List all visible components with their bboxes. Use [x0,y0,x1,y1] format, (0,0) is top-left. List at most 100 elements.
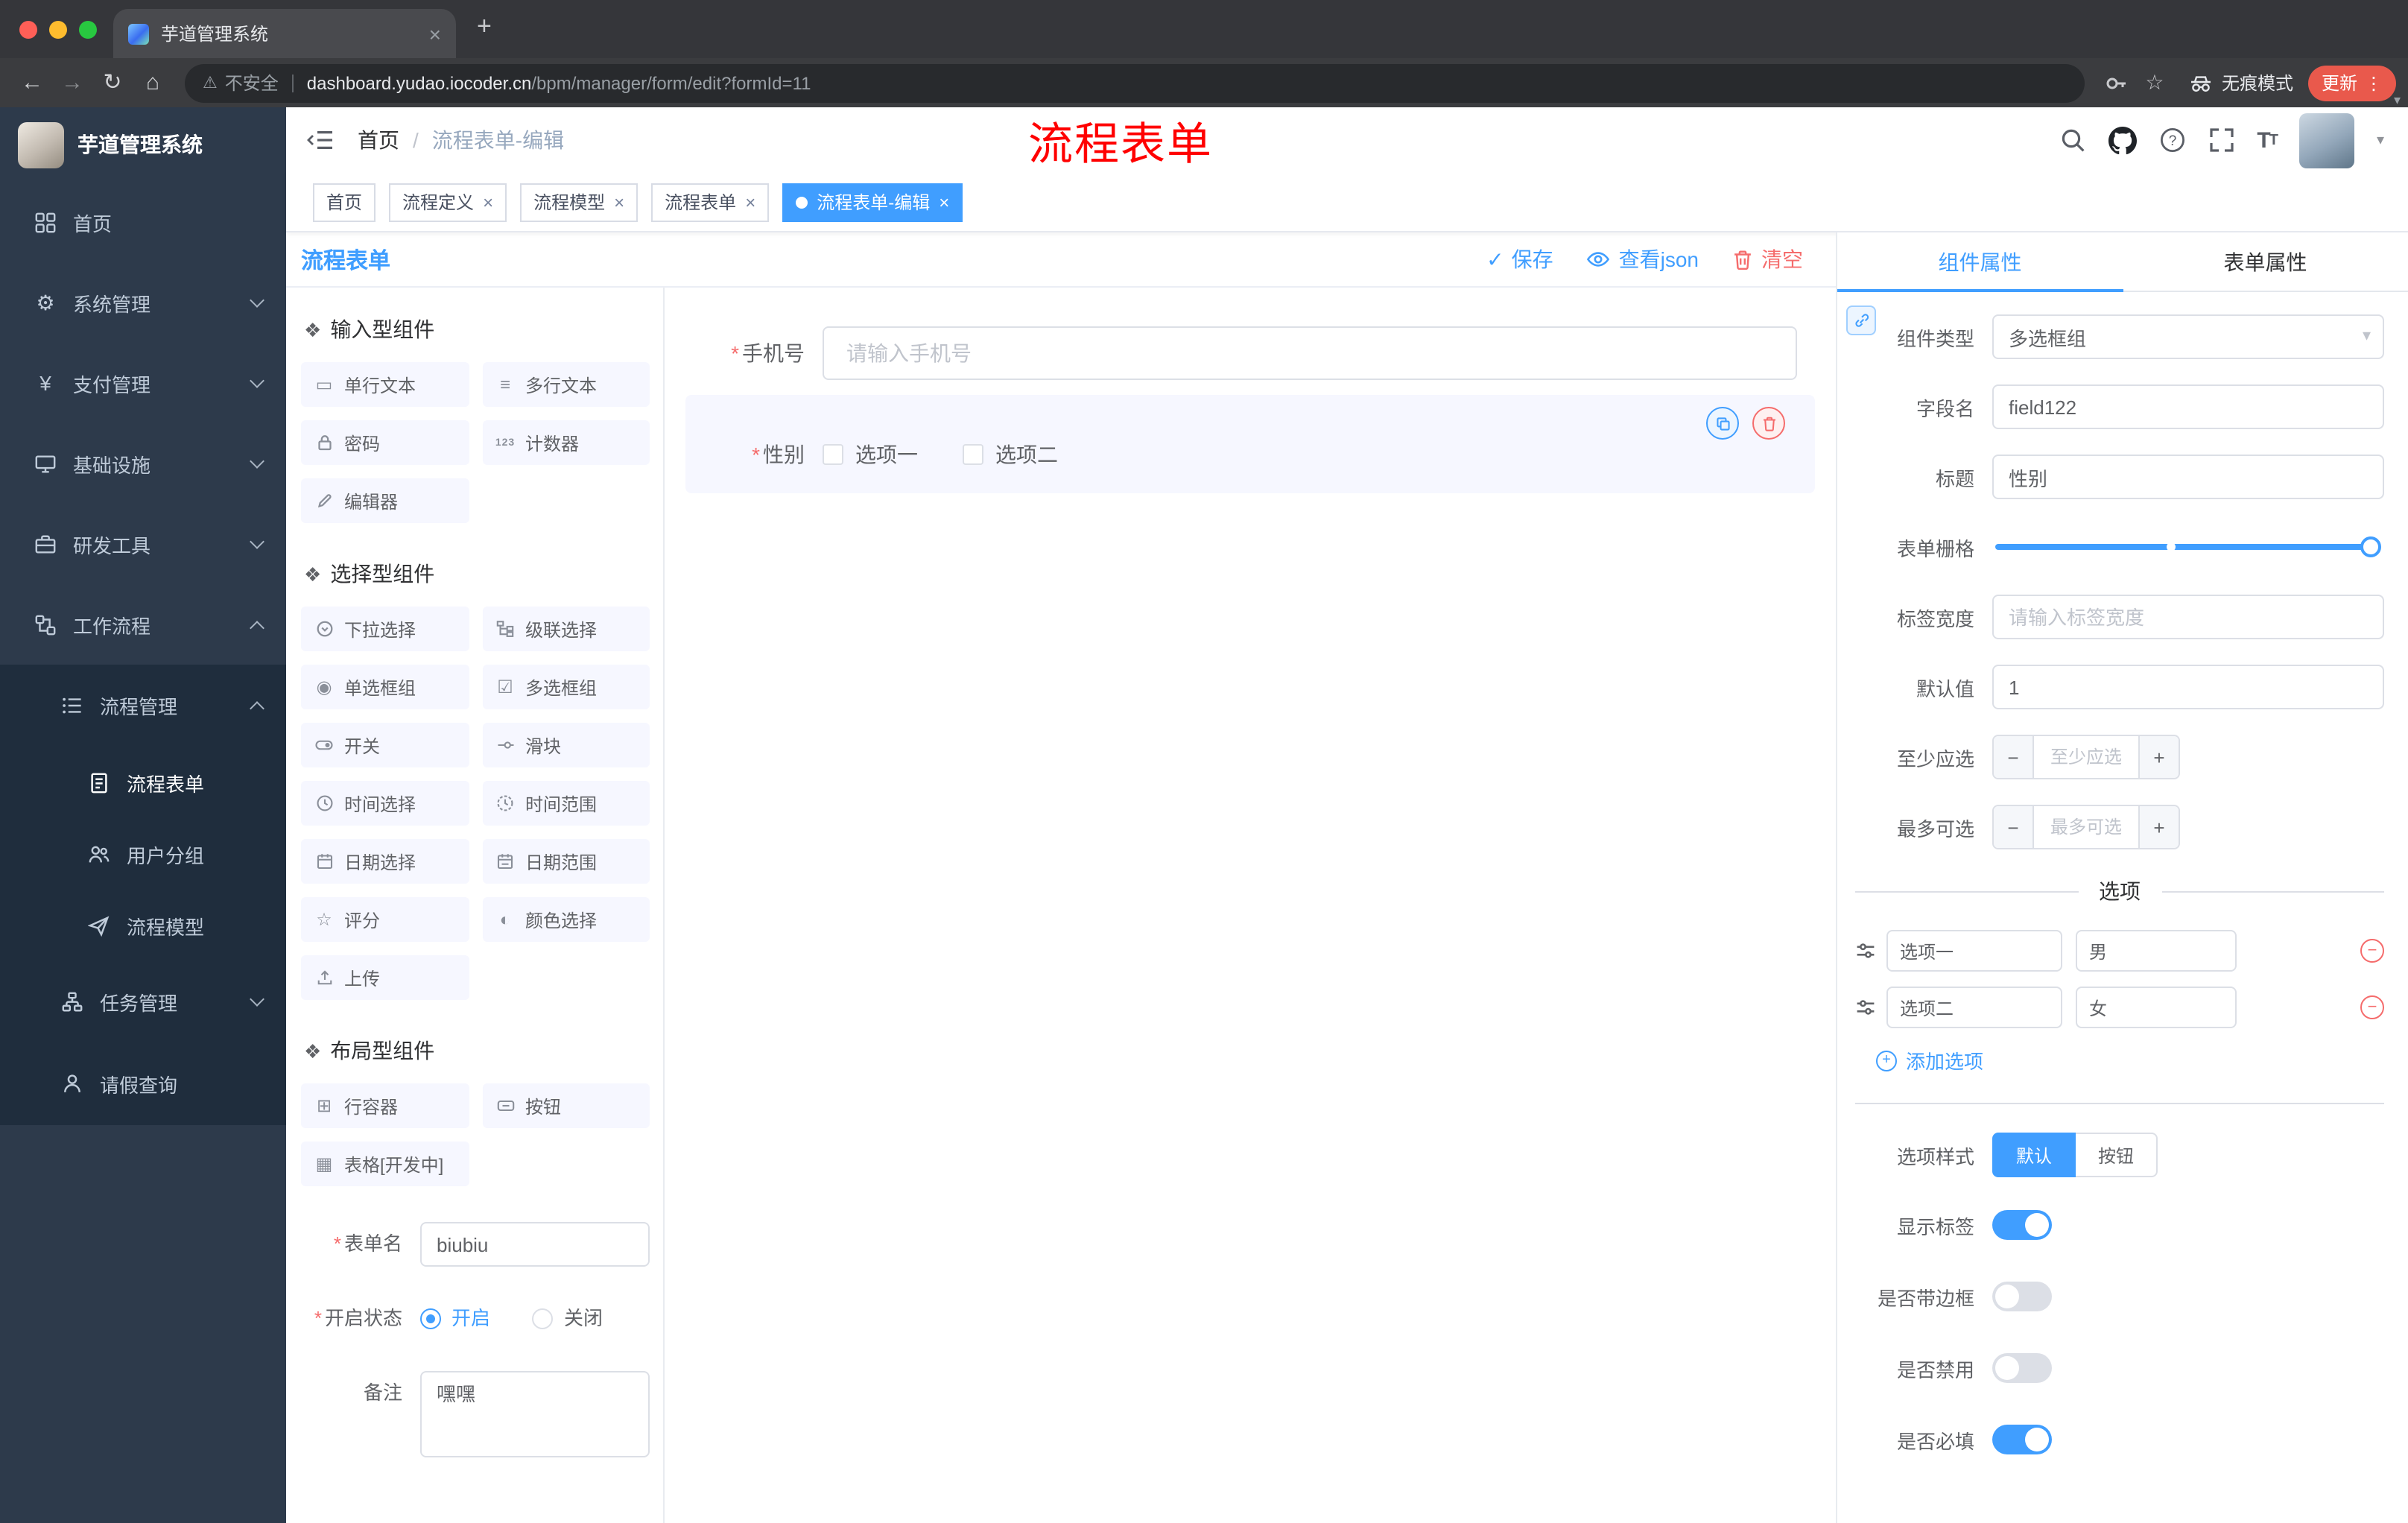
palette-item-radio-group[interactable]: ◉ 单选框组 [301,665,469,709]
sidebar-item-devtools[interactable]: 研发工具 [0,504,286,584]
title-input[interactable] [1992,455,2384,499]
tag-process-form[interactable]: 流程表单 × [651,183,770,221]
sidebar-item-home[interactable]: 首页 [0,182,286,262]
browser-tab[interactable]: 芋道管理系统 × [113,9,456,58]
default-value-input[interactable] [1992,665,2384,709]
tag-close-icon[interactable]: × [745,193,755,211]
required-switch[interactable] [1992,1425,2052,1454]
add-option-button[interactable]: + 添加选项 [1876,1046,2384,1074]
border-switch[interactable] [1992,1282,2052,1311]
stepper-increase-button[interactable]: + [2138,806,2179,848]
password-key-icon[interactable] [2097,71,2135,95]
palette-item-dropdown[interactable]: 下拉选择 [301,607,469,651]
palette-item-editor[interactable]: 编辑器 [301,478,469,523]
palette-item-password[interactable]: 密码 [301,420,469,465]
style-default-button[interactable]: 默认 [1992,1133,2076,1177]
grid-slider[interactable] [1992,525,2384,569]
sidebar-item-workflow[interactable]: 工作流程 [0,584,286,665]
github-icon[interactable] [2108,126,2137,154]
bookmark-star-icon[interactable]: ☆ [2135,70,2174,95]
sidebar-item-infrastructure[interactable]: 基础设施 [0,423,286,504]
palette-item-table[interactable]: ▦ 表格[开发中] [301,1142,469,1186]
sidebar-item-process-management[interactable]: 流程管理 [0,665,286,747]
min-input[interactable] [2034,736,2138,778]
sidebar-item-task-management[interactable]: 任务管理 [0,961,286,1043]
tag-process-definition[interactable]: 流程定义 × [389,183,507,221]
palette-item-row-container[interactable]: ⊞ 行容器 [301,1083,469,1128]
palette-item-switch[interactable]: 开关 [301,723,469,767]
tab-form-props[interactable]: 表单属性 [2123,232,2408,291]
window-zoom-button[interactable] [79,20,97,38]
breadcrumb-home[interactable]: 首页 [358,125,399,155]
option1-value-input[interactable] [2076,930,2237,972]
window-minimize-button[interactable] [49,20,67,38]
address-bar[interactable]: ⚠ 不安全 dashboard.yudao.iocoder.cn /bpm/ma… [185,63,2085,102]
palette-item-rate[interactable]: ☆ 评分 [301,897,469,942]
phone-input[interactable] [823,326,1797,380]
link-icon[interactable] [1846,305,1876,335]
palette-item-checkbox-group[interactable]: ☑ 多选框组 [482,665,650,709]
label-width-input[interactable] [1992,595,2384,639]
sidebar-item-payment[interactable]: ¥ 支付管理 [0,343,286,423]
delete-field-button[interactable] [1752,407,1785,440]
sidebar-item-process-model[interactable]: 流程模型 [0,890,286,961]
forward-button[interactable]: → [52,72,92,94]
component-type-select[interactable] [1992,314,2384,359]
slider-handle[interactable] [2360,536,2381,557]
style-button-button[interactable]: 按钮 [2076,1133,2158,1177]
tag-close-icon[interactable]: × [614,193,624,211]
back-button[interactable]: ← [12,72,52,94]
palette-item-time-picker[interactable]: 时间选择 [301,781,469,826]
font-size-icon[interactable]: TT [2257,127,2278,153]
remove-option-button[interactable]: − [2360,939,2384,963]
sidebar-logo[interactable]: 芋道管理系统 [0,107,286,182]
window-close-button[interactable] [19,20,37,38]
palette-item-color-picker[interactable]: ◐ 颜色选择 [482,897,650,942]
show-label-switch[interactable] [1992,1210,2052,1240]
option2-label-input[interactable] [1886,987,2062,1028]
sidebar-item-user-groups[interactable]: 用户分组 [0,818,286,890]
palette-item-date-range[interactable]: 日期范围 [482,839,650,884]
option2-value-input[interactable] [2076,987,2237,1028]
save-button[interactable]: ✓ 保存 [1486,244,1553,274]
search-icon[interactable] [2059,127,2085,153]
stepper-decrease-button[interactable]: − [1994,806,2034,848]
field-name-input[interactable] [1992,384,2384,429]
update-browser-button[interactable]: 更新 ⋮ [2307,65,2396,101]
reload-button[interactable]: ↻ [92,72,133,94]
drag-handle-icon[interactable] [1855,940,1876,961]
tag-close-icon[interactable]: × [483,193,493,211]
avatar-caret-icon[interactable]: ▾ [2377,132,2384,148]
fullscreen-icon[interactable] [2208,127,2234,153]
tag-home[interactable]: 首页 [313,183,376,221]
tab-close-icon[interactable]: × [429,23,441,44]
palette-item-cascader[interactable]: 级联选择 [482,607,650,651]
field-gender-selected[interactable]: * 性别 选项一 选项二 [685,395,1815,493]
palette-item-upload[interactable]: 上传 [301,955,469,1000]
gender-option-1[interactable]: 选项一 [823,440,918,469]
tag-process-model[interactable]: 流程模型 × [520,183,639,221]
help-icon[interactable]: ? [2158,127,2185,153]
clear-button[interactable]: 清空 [1731,244,1803,274]
sidebar-item-process-form[interactable]: 流程表单 [0,747,286,818]
form-canvas[interactable]: * 手机号 请输入手机号 * 性别 选项一 选项二 [665,288,1836,1523]
palette-item-button[interactable]: 按钮 [482,1083,650,1128]
palette-item-single-text[interactable]: ▭ 单行文本 [301,362,469,407]
palette-item-date-picker[interactable]: 日期选择 [301,839,469,884]
field-phone[interactable]: * 手机号 [685,326,1815,380]
new-tab-button[interactable]: + [477,13,492,39]
tab-component-props[interactable]: 组件属性 [1837,232,2123,292]
disabled-switch[interactable] [1992,1353,2052,1383]
status-radio-off[interactable]: 关闭 [532,1296,603,1341]
copy-field-button[interactable] [1706,407,1739,440]
toolbar-caret-icon[interactable]: ▾ [2394,92,2401,109]
drag-handle-icon[interactable] [1855,997,1876,1018]
palette-item-time-range[interactable]: 时间范围 [482,781,650,826]
palette-item-slider[interactable]: 滑块 [482,723,650,767]
home-button[interactable]: ⌂ [133,72,173,94]
tag-process-form-edit[interactable]: 流程表单-编辑 × [782,183,963,221]
form-remark-textarea[interactable]: 嘿嘿 [420,1371,650,1457]
view-json-button[interactable]: 查看json [1586,244,1699,274]
stepper-decrease-button[interactable]: − [1994,736,2034,778]
user-avatar[interactable] [2298,113,2354,168]
